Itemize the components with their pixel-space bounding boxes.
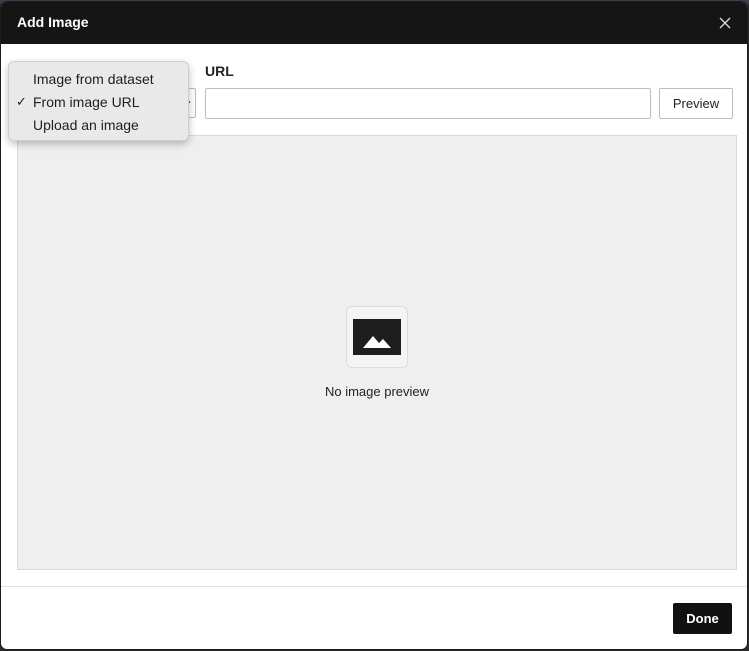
menu-item-image-from-dataset[interactable]: Image from dataset — [9, 68, 188, 91]
url-label: URL — [205, 63, 234, 79]
menu-item-upload-an-image[interactable]: Upload an image — [9, 114, 188, 137]
url-input[interactable] — [205, 88, 651, 119]
image-placeholder-icon — [346, 306, 408, 368]
footer-divider — [1, 586, 747, 587]
preview-button[interactable]: Preview — [659, 88, 733, 119]
dialog-title: Add Image — [17, 14, 89, 30]
image-icon — [353, 319, 401, 355]
source-dropdown-menu: Image from dataset ✓ From image URL Uplo… — [8, 61, 189, 141]
menu-item-from-image-url[interactable]: ✓ From image URL — [9, 91, 188, 114]
dialog-header: Add Image — [1, 2, 747, 44]
done-button[interactable]: Done — [673, 603, 732, 634]
close-button[interactable] — [713, 11, 737, 35]
close-icon — [719, 17, 731, 29]
no-preview-text: No image preview — [324, 384, 430, 399]
image-preview-area: No image preview — [17, 135, 737, 570]
check-icon: ✓ — [16, 94, 27, 109]
